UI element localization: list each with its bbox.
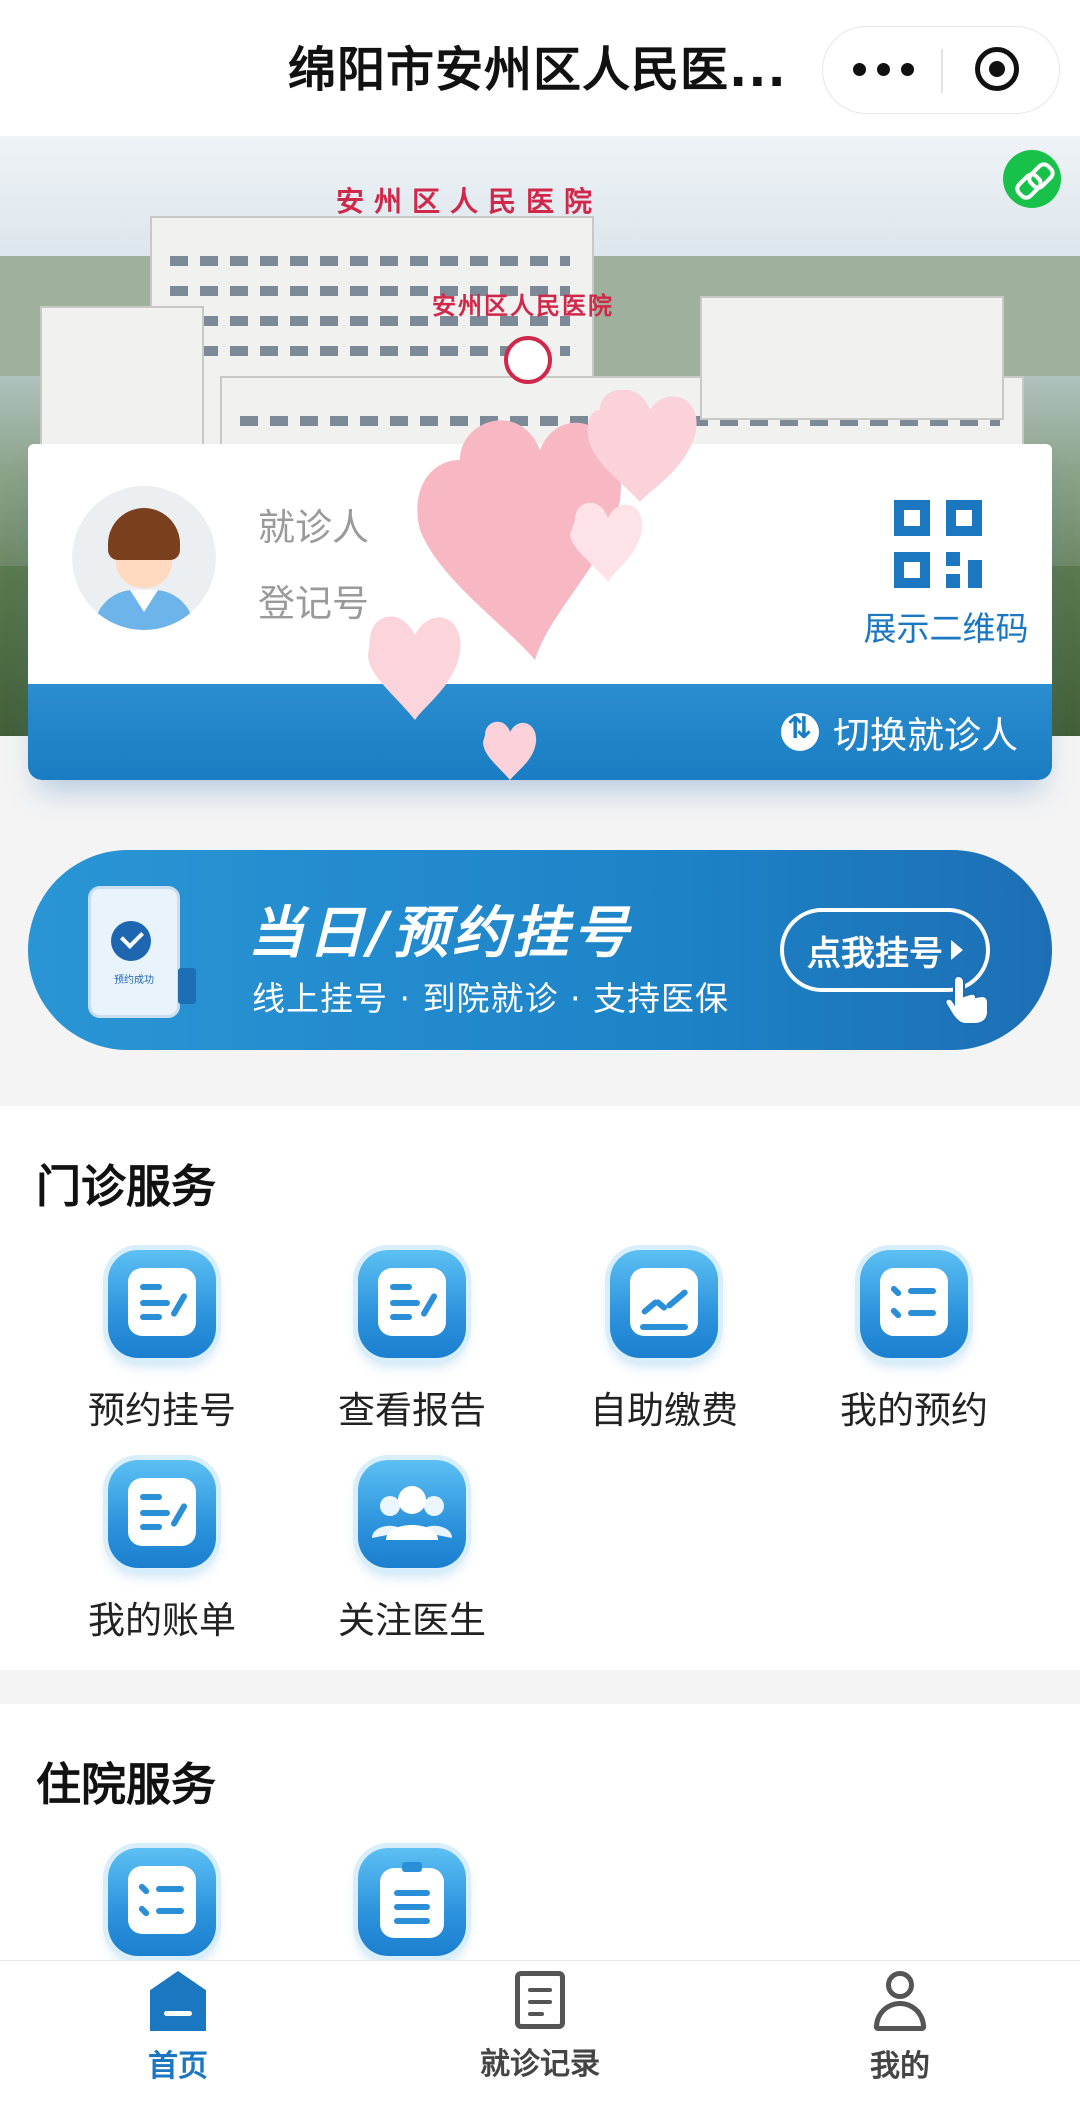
form-pen-icon xyxy=(358,1250,466,1358)
phone-caption: 预约成功 xyxy=(114,975,154,986)
switch-patient-label: 切换就诊人 xyxy=(833,714,1018,757)
inpatient-section: 住院服务 xyxy=(0,1704,1080,1960)
plant-icon xyxy=(178,968,196,1004)
user-icon xyxy=(870,1971,930,2031)
register-title: 当日/预约挂号 xyxy=(248,901,633,966)
more-options-icon[interactable] xyxy=(853,57,917,83)
form-pen-icon xyxy=(108,1460,216,1568)
register-subtitle: 线上挂号 · 到院就诊 · 支持医保 xyxy=(252,979,729,1018)
capsule-divider xyxy=(941,49,943,93)
patient-name-label: 就诊人 xyxy=(258,506,369,549)
tab-label: 就诊记录 xyxy=(480,2047,600,2082)
inpatient-service-1[interactable] xyxy=(52,1848,272,1956)
service-follow-doctor[interactable]: 关注医生 xyxy=(302,1460,522,1644)
hospital-sign-top: 安州区人民医院 xyxy=(336,185,603,218)
bottom-tab-bar: 首页 就诊记录 我的 xyxy=(0,1960,1080,2124)
home-icon xyxy=(150,1971,206,2031)
tab-mine[interactable]: 我的 xyxy=(800,1971,1000,2085)
form-pen-icon xyxy=(108,1250,216,1358)
service-label: 自助缴费 xyxy=(590,1389,738,1432)
service-my-appointments[interactable]: 我的预约 xyxy=(804,1250,1024,1434)
close-miniprogram-icon[interactable] xyxy=(975,47,1019,91)
check-icon xyxy=(111,921,151,961)
patient-card[interactable]: 就诊人 登记号 展示二维码 切换就诊人 xyxy=(28,444,1052,780)
group-users-icon xyxy=(358,1460,466,1568)
tab-records[interactable]: 就诊记录 xyxy=(440,1971,640,2083)
service-self-payment[interactable]: 自助缴费 xyxy=(554,1250,774,1434)
service-label: 关注医生 xyxy=(338,1599,486,1642)
clipboard-icon xyxy=(358,1848,466,1956)
outpatient-section: 门诊服务 预约挂号 查看报告 自助缴费 我的预约 我的账单 关注医生 xyxy=(0,1106,1080,1670)
hospital-sign-bottom: 安州区人民医院 xyxy=(432,291,614,320)
page-title: 绵阳市安州区人民医... xyxy=(288,42,787,98)
trend-chart-icon xyxy=(610,1250,718,1358)
service-appointment[interactable]: 预约挂号 xyxy=(52,1250,272,1434)
service-label: 预约挂号 xyxy=(88,1389,236,1432)
title-bar: 绵阳市安州区人民医... xyxy=(0,0,1080,136)
service-label: 我的预约 xyxy=(840,1389,988,1432)
checklist-icon xyxy=(860,1250,968,1358)
records-icon xyxy=(515,1971,565,2029)
checklist-icon xyxy=(108,1848,216,1956)
show-qr-code-link[interactable]: 展示二维码 xyxy=(856,602,1036,650)
service-my-bills[interactable]: 我的账单 xyxy=(52,1460,272,1644)
phone-illustration-icon: 预约成功 xyxy=(88,886,180,1018)
register-banner[interactable]: 预约成功 当日/预约挂号 线上挂号 · 到院就诊 · 支持医保 点我挂号 xyxy=(28,850,1052,1050)
switch-patient-button[interactable]: 切换就诊人 xyxy=(781,706,1018,758)
inpatient-service-2[interactable] xyxy=(302,1848,522,1956)
outpatient-title: 门诊服务 xyxy=(36,1160,217,1213)
qr-code-icon[interactable] xyxy=(894,500,982,588)
tab-home[interactable]: 首页 xyxy=(78,1971,278,2085)
service-view-report[interactable]: 查看报告 xyxy=(302,1250,522,1434)
pointer-hand-icon xyxy=(944,974,989,1025)
tab-label: 首页 xyxy=(148,2049,208,2084)
tab-label: 我的 xyxy=(870,2049,930,2084)
mini-program-capsule xyxy=(822,26,1060,114)
service-label: 查看报告 xyxy=(338,1389,486,1432)
register-now-label: 点我挂号 xyxy=(807,933,943,974)
avatar xyxy=(72,486,216,630)
service-label: 我的账单 xyxy=(88,1599,236,1642)
registration-number-label: 登记号 xyxy=(258,582,369,625)
share-link-icon[interactable] xyxy=(1003,150,1061,208)
switch-icon xyxy=(781,711,819,751)
inpatient-title: 住院服务 xyxy=(36,1758,217,1811)
